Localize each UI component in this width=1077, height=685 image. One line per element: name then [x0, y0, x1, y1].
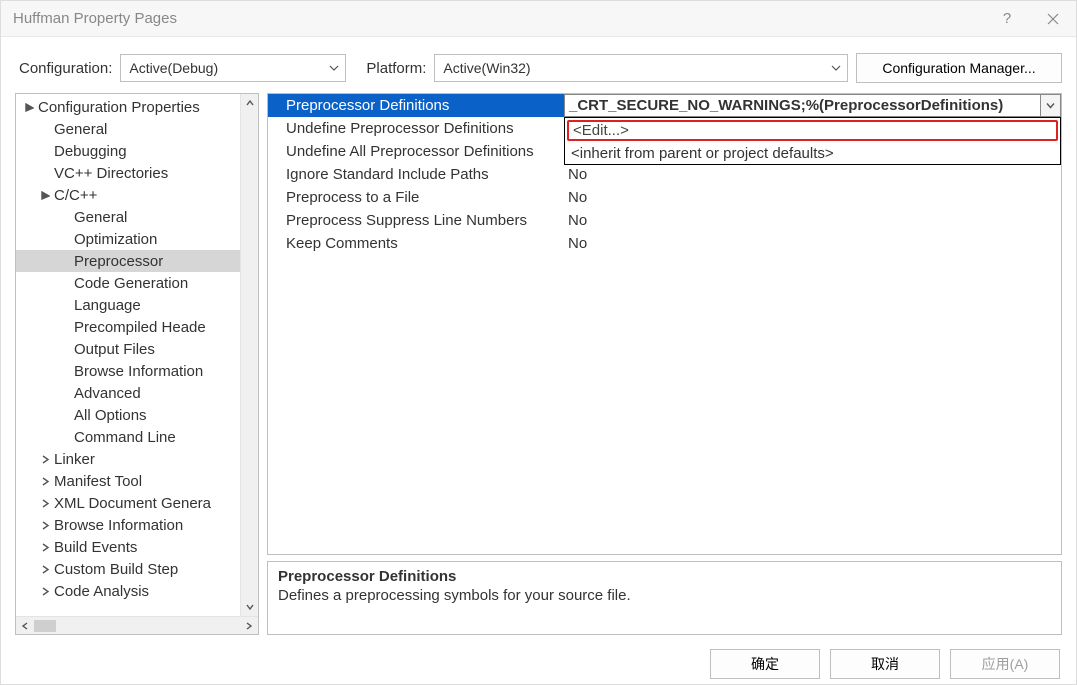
dropdown-option-edit[interactable]: <Edit...> [567, 120, 1058, 141]
tree-node[interactable]: Advanced [16, 382, 258, 404]
chevron-down-icon [329, 60, 339, 76]
grid-cell-name: Keep Comments [268, 232, 564, 255]
tree-node-ccpp[interactable]: C/C++ [16, 184, 258, 206]
grid-cell-value[interactable]: No [564, 163, 1061, 186]
scroll-right-icon[interactable] [240, 617, 258, 635]
grid-cell-name: Preprocess to a File [268, 186, 564, 209]
expand-icon[interactable] [38, 540, 52, 554]
expand-icon[interactable] [38, 518, 52, 532]
tree-horizontal-scrollbar[interactable] [16, 616, 258, 634]
tree-node[interactable]: Code Generation [16, 272, 258, 294]
apply-button[interactable]: 应用(A) [950, 649, 1060, 679]
value-dropdown-popup: <Edit...> <inherit from parent or projec… [564, 117, 1061, 165]
dialog-footer: 确定 取消 应用(A) [1, 635, 1076, 679]
configuration-manager-button[interactable]: Configuration Manager... [856, 53, 1062, 83]
scroll-thumb[interactable] [34, 620, 56, 632]
configuration-row: Configuration: Active(Debug) Platform: A… [1, 37, 1076, 93]
expand-icon[interactable] [38, 584, 52, 598]
configuration-label: Configuration: [19, 60, 112, 77]
close-button[interactable] [1030, 1, 1076, 37]
expand-icon[interactable] [38, 188, 52, 202]
chevron-down-icon[interactable] [1040, 95, 1060, 116]
grid-row[interactable]: Ignore Standard Include Paths No [268, 163, 1061, 186]
tree-node[interactable]: XML Document Genera [16, 492, 258, 514]
platform-combo[interactable]: Active(Win32) [434, 54, 848, 82]
scroll-down-icon[interactable] [241, 598, 258, 616]
description-panel: Preprocessor Definitions Defines a prepr… [267, 561, 1062, 635]
help-button[interactable]: ? [984, 1, 1030, 37]
tree-node[interactable]: Output Files [16, 338, 258, 360]
grid-cell-name: Undefine All Preprocessor Definitions [268, 140, 564, 163]
window-title: Huffman Property Pages [13, 10, 984, 27]
grid-cell-name: Undefine Preprocessor Definitions [268, 117, 564, 140]
scroll-left-icon[interactable] [16, 617, 34, 635]
tree-node[interactable]: Custom Build Step [16, 558, 258, 580]
tree-node[interactable]: Language [16, 294, 258, 316]
grid-row[interactable]: Preprocess Suppress Line Numbers No [268, 209, 1061, 232]
tree-node[interactable]: Manifest Tool [16, 470, 258, 492]
property-grid: Preprocessor Definitions _CRT_SECURE_NO_… [267, 93, 1062, 555]
tree-node[interactable]: Linker [16, 448, 258, 470]
configuration-combo[interactable]: Active(Debug) [120, 54, 346, 82]
chevron-down-icon [831, 60, 841, 76]
expand-icon[interactable] [22, 100, 36, 114]
platform-label: Platform: [366, 60, 426, 77]
tree-node[interactable]: All Options [16, 404, 258, 426]
ok-button[interactable]: 确定 [710, 649, 820, 679]
tree-node[interactable]: Optimization [16, 228, 258, 250]
grid-cell-name: Preprocessor Definitions [268, 94, 564, 117]
tree-node[interactable]: Command Line [16, 426, 258, 448]
grid-row[interactable]: Keep Comments No [268, 232, 1061, 255]
grid-row-selected[interactable]: Preprocessor Definitions _CRT_SECURE_NO_… [268, 94, 1061, 117]
tree-node[interactable]: Browse Information [16, 360, 258, 382]
expand-icon[interactable] [38, 452, 52, 466]
tree-node[interactable]: Debugging [16, 140, 258, 162]
expand-icon[interactable] [38, 496, 52, 510]
grid-cell-name: Ignore Standard Include Paths [268, 163, 564, 186]
expand-icon[interactable] [38, 474, 52, 488]
scroll-up-icon[interactable] [241, 94, 258, 112]
grid-row[interactable]: Preprocess to a File No [268, 186, 1061, 209]
dropdown-option-inherit[interactable]: <inherit from parent or project defaults… [565, 143, 1060, 164]
description-title: Preprocessor Definitions [278, 568, 1051, 585]
nav-tree-container: Configuration Properties General Debuggi… [15, 93, 259, 635]
grid-cell-value[interactable]: No [564, 186, 1061, 209]
tree-vertical-scrollbar[interactable] [240, 94, 258, 616]
description-text: Defines a preprocessing symbols for your… [278, 587, 1051, 604]
nav-tree[interactable]: Configuration Properties General Debuggi… [16, 94, 258, 616]
grid-cell-name: Preprocess Suppress Line Numbers [268, 209, 564, 232]
tree-node[interactable]: Browse Information [16, 514, 258, 536]
tree-node[interactable]: Code Analysis [16, 580, 258, 602]
tree-node[interactable]: Precompiled Heade [16, 316, 258, 338]
tree-node-selected[interactable]: Preprocessor [16, 250, 258, 272]
tree-node[interactable]: Build Events [16, 536, 258, 558]
tree-node[interactable]: VC++ Directories [16, 162, 258, 184]
tree-node[interactable]: General [16, 118, 258, 140]
grid-cell-value[interactable]: No [564, 232, 1061, 255]
grid-cell-value[interactable]: No [564, 209, 1061, 232]
cancel-button[interactable]: 取消 [830, 649, 940, 679]
grid-cell-value-dropdown[interactable]: _CRT_SECURE_NO_WARNINGS;%(PreprocessorDe… [564, 94, 1061, 117]
tree-node-root[interactable]: Configuration Properties [16, 96, 258, 118]
expand-icon[interactable] [38, 562, 52, 576]
tree-node[interactable]: General [16, 206, 258, 228]
title-bar: Huffman Property Pages ? [1, 1, 1076, 37]
